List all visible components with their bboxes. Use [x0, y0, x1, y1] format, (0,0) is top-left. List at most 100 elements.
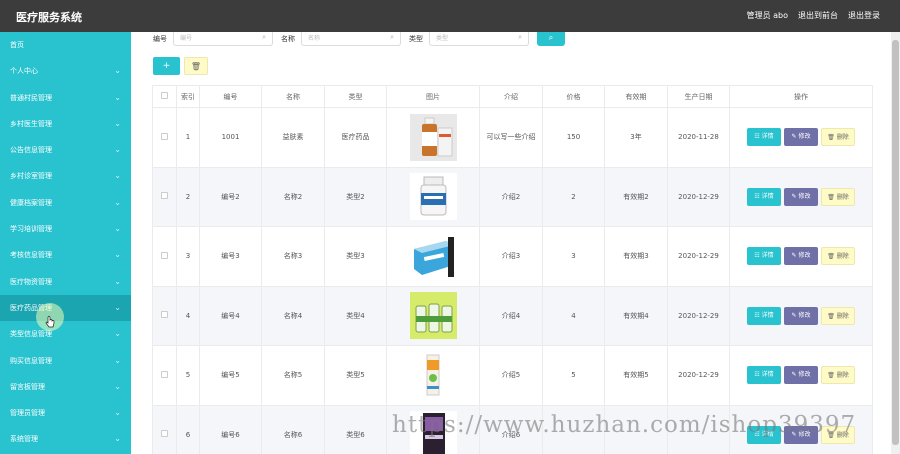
header-price: 价格 — [542, 85, 605, 108]
search-input-code[interactable]: 编号 ⌕ — [173, 32, 273, 46]
delete-button[interactable]: 🗑 删除 — [821, 306, 855, 325]
cell-price: 5 — [542, 345, 605, 406]
cell-name: 名称3 — [261, 226, 325, 287]
edit-button[interactable]: ✎ 修改 — [784, 366, 818, 385]
sidebar-item-clinics[interactable]: 乡村诊室管理 ⌄ — [0, 163, 131, 189]
sidebar-item-label: 乡村诊室管理 — [10, 172, 52, 181]
edit-button[interactable]: ✎ 修改 — [784, 187, 818, 206]
cell-validity: 3年 — [604, 107, 668, 168]
cell-type: 医疗药品 — [324, 107, 387, 168]
product-image-blue-box[interactable] — [409, 232, 457, 280]
search-bar: 编号 编号 ⌕ 名称 名称 ⌕ 类型 类型 ⌕ ⌕ — [153, 32, 565, 46]
header-name: 名称 — [261, 85, 325, 108]
product-image-white-bottle[interactable] — [409, 173, 457, 221]
cell-type: 类型5 — [324, 345, 387, 406]
product-image-green-bottles[interactable] — [409, 292, 457, 340]
admin-user-link[interactable]: 管理员 abo — [747, 10, 788, 21]
sidebar-item-notices[interactable]: 公告信息管理 ⌄ — [0, 137, 131, 163]
search-icon: ⌕ — [518, 33, 522, 41]
sidebar-item-health-records[interactable]: 健康档案管理 ⌄ — [0, 190, 131, 216]
product-image-orange-tube[interactable] — [409, 351, 457, 399]
placeholder: 类型 — [436, 35, 449, 42]
detail-button[interactable]: ☷ 详情 — [747, 247, 781, 266]
sidebar-item-training[interactable]: 学习培训管理 ⌄ — [0, 216, 131, 242]
row-checkbox[interactable] — [161, 311, 168, 319]
row-checkbox-cell — [152, 405, 177, 454]
sidebar-item-label: 系统管理 — [10, 435, 38, 444]
sidebar-item-villagers[interactable]: 普通村民管理 ⌄ — [0, 85, 131, 111]
table-row: 5 编号5 名称5 类型5 介绍5 5 有效期5 2020-12-29 ☷ 详情… — [152, 345, 873, 406]
cell-actions: ☷ 详情 ✎ 修改 🗑 删除 — [729, 345, 873, 406]
sidebar-item-medicines[interactable]: 医疗药品管理 ⌄ — [0, 294, 131, 322]
row-checkbox[interactable] — [161, 132, 168, 140]
detail-button[interactable]: ☷ 详情 — [747, 366, 781, 385]
cell-code: 编号6 — [199, 405, 262, 454]
cell-price: 4 — [542, 286, 605, 346]
logout-link[interactable]: 退出登录 — [848, 10, 880, 21]
sidebar-item-admins[interactable]: 管理员管理 ⌄ — [0, 400, 131, 426]
medicine-table: 索引 编号 名称 类型 图片 介绍 价格 有效期 生产日期 操作 1 1001 … — [152, 85, 873, 454]
edit-button[interactable]: ✎ 修改 — [784, 247, 818, 266]
cell-actions: ☷ 详情 ✎ 修改 🗑 删除 — [729, 286, 873, 346]
sidebar-item-messages[interactable]: 留言板管理 ⌄ — [0, 374, 131, 400]
row-checkbox[interactable] — [161, 430, 168, 438]
row-checkbox[interactable] — [161, 251, 168, 259]
cell-code: 编号4 — [199, 286, 262, 346]
detail-button[interactable]: ☷ 详情 — [747, 187, 781, 206]
edit-button[interactable]: ✎ 修改 — [784, 306, 818, 325]
top-nav: 管理员 abo 退出到前台 退出登录 — [747, 10, 880, 21]
delete-button[interactable]: 🗑 删除 — [821, 247, 855, 266]
sidebar-item-label: 首页 — [10, 41, 24, 49]
goto-frontend-link[interactable]: 退出到前台 — [798, 10, 838, 21]
delete-button[interactable]: 🗑 删除 — [821, 187, 855, 206]
search-button[interactable]: ⌕ — [537, 32, 565, 46]
header-actions: 操作 — [729, 85, 873, 108]
chevron-down-icon: ⌄ — [114, 434, 121, 444]
sidebar-item-types[interactable]: 类型信息管理 ⌄ — [0, 321, 131, 347]
cell-code: 编号5 — [199, 345, 262, 406]
chevron-down-icon: ⌄ — [114, 145, 121, 155]
sidebar-item-label: 购买信息管理 — [10, 356, 52, 365]
row-checkbox-cell — [152, 286, 177, 346]
cell-actions: ☷ 详情 ✎ 修改 🗑 删除 — [729, 167, 873, 227]
sidebar-item-profile[interactable]: 个人中心 ⌄ — [0, 58, 131, 84]
sidebar-item-purchases[interactable]: 购买信息管理 ⌄ — [0, 348, 131, 374]
cell-date: 2020-12-29 — [667, 345, 730, 406]
row-checkbox[interactable] — [161, 370, 168, 378]
edit-button[interactable]: ✎ 修改 — [784, 128, 818, 147]
cell-name: 名称6 — [261, 405, 325, 454]
search-input-type[interactable]: 类型 ⌕ — [429, 32, 529, 46]
delete-button[interactable]: 🗑 删除 — [821, 128, 855, 147]
sidebar-item-label: 普通村民管理 — [10, 93, 52, 102]
cell-index: 2 — [176, 167, 200, 227]
scrollbar-thumb[interactable] — [892, 40, 899, 445]
row-checkbox-cell — [152, 167, 177, 227]
search-input-name[interactable]: 名称 ⌕ — [301, 32, 401, 46]
cell-validity: 有效期4 — [604, 286, 668, 346]
batch-delete-button[interactable]: 🗑 — [184, 57, 208, 75]
sidebar-item-doctors[interactable]: 乡村医生管理 ⌄ — [0, 111, 131, 137]
chevron-down-icon: ⌄ — [114, 197, 121, 207]
row-checkbox[interactable] — [161, 192, 168, 200]
sidebar-item-system[interactable]: 系统管理 ⌄ — [0, 426, 131, 452]
cell-date: 2020-12-29 — [667, 226, 730, 287]
cell-name: 名称4 — [261, 286, 325, 346]
vertical-scrollbar[interactable] — [891, 32, 900, 454]
delete-button[interactable]: 🗑 删除 — [821, 366, 855, 385]
sidebar-item-label: 乡村医生管理 — [10, 119, 52, 128]
cell-type: 类型3 — [324, 226, 387, 287]
search-icon: ⌕ — [390, 33, 394, 41]
chevron-down-icon: ⌄ — [114, 276, 121, 286]
product-image-orange-bottle[interactable] — [409, 113, 457, 161]
search-icon: ⌕ — [548, 33, 554, 42]
sidebar-item-assessment[interactable]: 考核信息管理 ⌄ — [0, 242, 131, 268]
add-button[interactable]: + — [153, 57, 180, 75]
cell-index: 6 — [176, 405, 200, 454]
detail-button[interactable]: ☷ 详情 — [747, 306, 781, 325]
select-all-checkbox[interactable] — [161, 92, 168, 99]
sidebar-item-home[interactable]: 首页 — [0, 32, 131, 58]
detail-button[interactable]: ☷ 详情 — [747, 128, 781, 147]
cell-price: 3 — [542, 226, 605, 287]
sidebar-item-supplies[interactable]: 医疗物资管理 ⌄ — [0, 269, 131, 295]
cell-intro: 可以写一些介绍 — [479, 107, 543, 168]
